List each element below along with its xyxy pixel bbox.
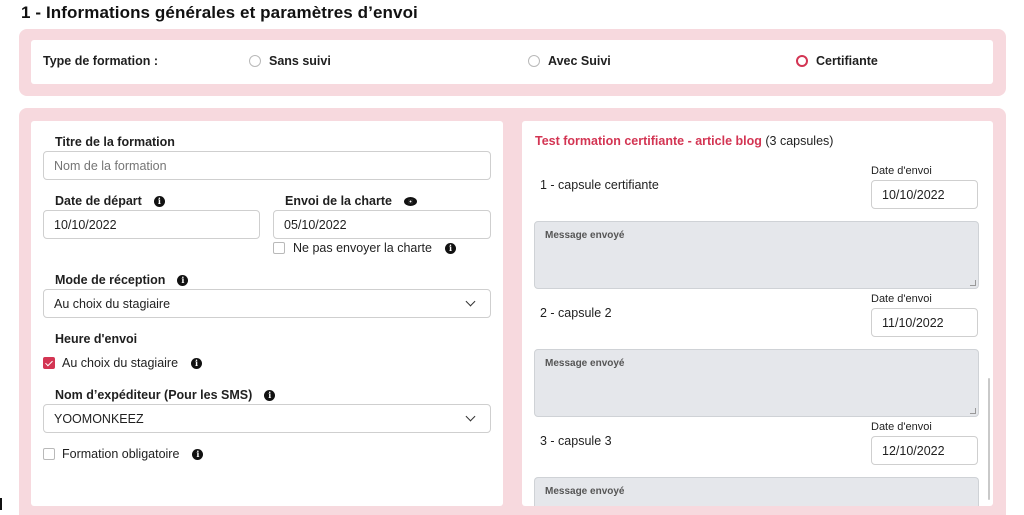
capsule-date-input[interactable]: 11/10/2022 — [871, 308, 978, 337]
formation-name: Test formation certifiante - article blo… — [535, 134, 762, 148]
capsules-title: Test formation certifiante - article blo… — [535, 134, 833, 148]
radio-certifiante-label: Certifiante — [816, 54, 878, 68]
formation-obligatoire-row[interactable]: Formation obligatoire i — [43, 447, 204, 461]
message-envoye-label: Message envoyé — [545, 486, 625, 497]
capsule-date-input[interactable]: 12/10/2022 — [871, 436, 978, 465]
radio-unchecked-icon[interactable] — [249, 55, 261, 67]
info-icon[interactable]: i — [444, 242, 456, 254]
envoi-charte-input[interactable]: 05/10/2022 — [273, 210, 491, 239]
mode-reception-value: Au choix du stagiaire — [54, 296, 171, 311]
message-envoye-textarea[interactable]: Message envoyé — [534, 477, 979, 506]
ne-pas-envoyer-charte-label: Ne pas envoyer la charte — [293, 241, 432, 255]
chevron-down-icon — [465, 411, 476, 422]
date-envoi-label: Date d'envoi — [871, 293, 932, 305]
radio-sans-suivi[interactable]: Sans suivi — [249, 54, 331, 68]
date-depart-input[interactable]: 10/10/2022 — [43, 210, 260, 239]
formation-obligatoire-label: Formation obligatoire — [62, 447, 180, 461]
expediteur-value: YOOMONKEEZ — [54, 411, 144, 426]
ne-pas-envoyer-charte-row[interactable]: Ne pas envoyer la charte i — [273, 241, 456, 255]
section-title: 1 - Informations générales et paramètres… — [21, 3, 418, 22]
titre-formation-text: Titre de la formation — [55, 135, 175, 149]
message-envoye-label: Message envoyé — [545, 230, 625, 241]
info-icon[interactable]: i — [177, 274, 189, 286]
envoi-charte-text: Envoi de la charte — [285, 194, 392, 208]
expediteur-label: Nom d’expéditeur (Pour les SMS) i — [55, 388, 276, 402]
date-envoi-label: Date d'envoi — [871, 165, 932, 177]
scrollbar[interactable] — [988, 378, 990, 500]
radio-checked-icon[interactable] — [796, 55, 808, 67]
radio-avec-suivi-label: Avec Suivi — [548, 54, 611, 68]
resize-grip-icon[interactable] — [970, 408, 976, 414]
mode-reception-label: Mode de réception i — [55, 273, 189, 287]
radio-avec-suivi[interactable]: Avec Suivi — [528, 54, 611, 68]
checkbox-unchecked-icon[interactable] — [43, 448, 55, 460]
message-envoye-textarea[interactable]: Message envoyé — [534, 221, 979, 289]
checkbox-checked-icon[interactable] — [43, 357, 55, 369]
capsule-name: 3 - capsule 3 — [540, 434, 612, 448]
radio-certifiante[interactable]: Certifiante — [796, 54, 878, 68]
capsule-date-input[interactable]: 10/10/2022 — [871, 180, 978, 209]
heure-choix-label: Au choix du stagiaire — [62, 356, 179, 370]
resize-grip-icon[interactable] — [970, 280, 976, 286]
message-envoye-label: Message envoyé — [545, 358, 625, 369]
date-depart-text: Date de départ — [55, 194, 142, 208]
expediteur-text: Nom d’expéditeur (Pour les SMS) — [55, 388, 253, 402]
heure-choix-row[interactable]: Au choix du stagiaire i — [43, 356, 203, 370]
capsule-name: 2 - capsule 2 — [540, 306, 612, 320]
info-icon[interactable]: i — [192, 448, 204, 460]
info-icon[interactable]: i — [264, 389, 276, 401]
radio-sans-suivi-label: Sans suivi — [269, 54, 331, 68]
heure-envoi-label: Heure d'envoi — [55, 332, 137, 346]
titre-formation-input[interactable] — [43, 151, 491, 180]
capsule-count: (3 capsules) — [761, 134, 834, 148]
checkbox-unchecked-icon[interactable] — [273, 242, 285, 254]
date-envoi-label: Date d'envoi — [871, 421, 932, 433]
date-depart-label: Date de départ i — [55, 194, 165, 208]
capsule-name: 1 - capsule certifiante — [540, 178, 659, 192]
mode-reception-select[interactable]: Au choix du stagiaire — [43, 289, 491, 318]
envoi-charte-label: Envoi de la charte — [285, 194, 417, 208]
message-envoye-textarea[interactable]: Message envoyé — [534, 349, 979, 417]
type-formation-label: Type de formation : — [43, 54, 159, 68]
info-icon[interactable]: i — [153, 195, 165, 207]
titre-formation-label: Titre de la formation — [55, 135, 175, 149]
mode-reception-text: Mode de réception — [55, 273, 166, 287]
info-icon[interactable]: i — [191, 357, 203, 369]
heure-envoi-text: Heure d'envoi — [55, 332, 138, 346]
chevron-down-icon — [465, 296, 476, 307]
radio-unchecked-icon[interactable] — [528, 55, 540, 67]
edge-marker — [0, 498, 2, 510]
expediteur-select[interactable]: YOOMONKEEZ — [43, 404, 491, 433]
eye-icon[interactable] — [403, 196, 417, 206]
